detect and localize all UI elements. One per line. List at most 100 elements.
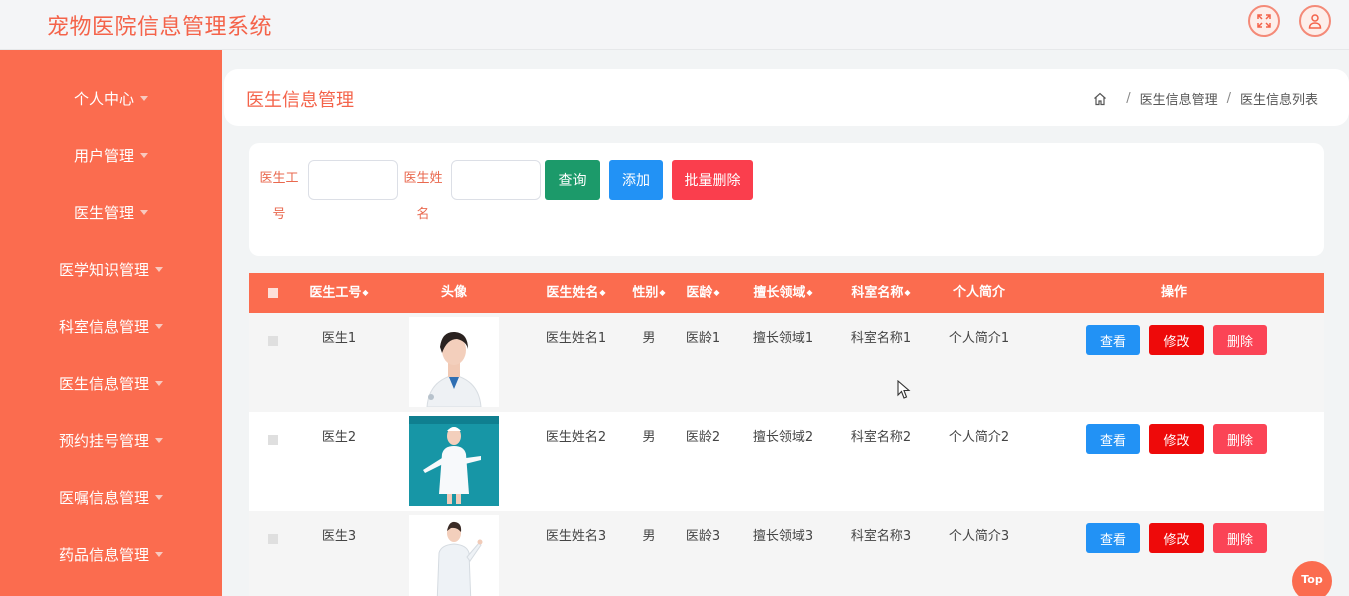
cell-age: 医龄3: [685, 529, 721, 544]
table-row: 医生3 医生姓名3 男 医龄3 擅长领域3 科室名称3 个人简介3 查看 修改 …: [249, 511, 1324, 596]
sidebar-item-drug-info[interactable]: 药品信息管理: [0, 534, 222, 574]
query-button[interactable]: 查询: [545, 160, 600, 200]
chevron-down-icon: [140, 95, 148, 101]
column-header-department[interactable]: 科室名称◆: [845, 273, 917, 313]
view-button[interactable]: 查看: [1086, 523, 1140, 553]
chevron-down-icon: [155, 494, 163, 500]
add-button[interactable]: 添加: [609, 160, 663, 200]
row-checkbox[interactable]: [268, 435, 278, 445]
chevron-down-icon: [155, 380, 163, 386]
sidebar-item-medical-knowledge[interactable]: 医学知识管理: [0, 249, 222, 289]
column-header-expertise[interactable]: 擅长领域◆: [747, 273, 819, 313]
cell-department: 科室名称1: [850, 331, 912, 346]
chevron-down-icon: [155, 437, 163, 443]
mouse-cursor-icon: [897, 380, 911, 399]
cell-expertise: 擅长领域2: [752, 430, 814, 445]
delete-button[interactable]: 删除: [1213, 424, 1267, 454]
breadcrumb-item[interactable]: 医生信息管理: [1140, 89, 1218, 108]
table-header: 医生工号◆ 头像 医生姓名◆ 性别◆ 医龄◆ 擅长领域◆ 科室名称◆ 个人简介 …: [249, 273, 1324, 313]
sidebar-item-medical-advice[interactable]: 医嘱信息管理: [0, 477, 222, 517]
sidebar-item-label: 用户管理: [73, 146, 134, 165]
chevron-down-icon: [155, 551, 163, 557]
cell-intro: 个人简介1: [948, 331, 1010, 346]
chevron-down-icon: [140, 152, 148, 158]
edit-button[interactable]: 修改: [1149, 424, 1204, 454]
sort-icon[interactable]: ◆: [904, 288, 910, 297]
sidebar-item-doctor-management[interactable]: 医生管理: [0, 192, 222, 232]
column-header-avatar: 头像: [440, 285, 467, 300]
cell-gender: 男: [642, 430, 656, 445]
cell-gender: 男: [642, 331, 656, 346]
search-panel: 医生工号 医生姓名 查询 添加 批量删除: [249, 143, 1324, 256]
cell-intro: 个人简介2: [948, 430, 1010, 445]
sidebar-item-label: 医生管理: [73, 203, 134, 222]
cell-doctor-name: 医生姓名2: [545, 430, 607, 445]
cell-expertise: 擅长领域1: [752, 331, 814, 346]
sidebar-item-label: 医嘱信息管理: [58, 488, 149, 507]
sidebar-item-user-management[interactable]: 用户管理: [0, 135, 222, 175]
sidebar-item-personal-center[interactable]: 个人中心: [0, 78, 222, 118]
sidebar-item-appointment[interactable]: 预约挂号管理: [0, 420, 222, 460]
view-button[interactable]: 查看: [1086, 325, 1140, 355]
cell-doctor-name: 医生姓名1: [545, 331, 607, 346]
cell-doctor-no: 医生1: [321, 331, 357, 346]
doctor-avatar: [409, 515, 499, 596]
page-header: 医生信息管理 / 医生信息管理 / 医生信息列表: [224, 69, 1349, 126]
sort-icon[interactable]: ◆: [599, 288, 605, 297]
delete-button[interactable]: 删除: [1213, 325, 1267, 355]
doctor-table: 医生工号◆ 头像 医生姓名◆ 性别◆ 医龄◆ 擅长领域◆ 科室名称◆ 个人简介 …: [249, 273, 1324, 596]
user-icon[interactable]: [1299, 5, 1331, 37]
sidebar: 个人中心 用户管理 医生管理 医学知识管理 科室信息管理 医生信息管理 预约挂号…: [0, 50, 222, 596]
chevron-down-icon: [140, 209, 148, 215]
page-title: 医生信息管理: [246, 90, 354, 111]
sidebar-item-label: 个人中心: [73, 89, 134, 108]
doctor-no-label: 医生工号: [259, 171, 299, 222]
doctor-no-input[interactable]: [308, 160, 398, 200]
chevron-down-icon: [155, 323, 163, 329]
row-checkbox[interactable]: [268, 336, 278, 346]
sidebar-item-department-info[interactable]: 科室信息管理: [0, 306, 222, 346]
doctor-name-label: 医生姓名: [403, 171, 443, 222]
column-header-intro: 个人简介: [952, 285, 1005, 300]
row-checkbox[interactable]: [268, 534, 278, 544]
sidebar-item-label: 科室信息管理: [58, 317, 149, 336]
column-header-gender[interactable]: 性别◆: [627, 273, 671, 313]
doctor-avatar: [409, 317, 499, 407]
sort-icon[interactable]: ◆: [713, 288, 719, 297]
breadcrumb-separator: /: [1226, 91, 1231, 106]
fullscreen-icon[interactable]: [1248, 5, 1280, 37]
column-header-actions: 操作: [1160, 285, 1187, 300]
edit-button[interactable]: 修改: [1149, 325, 1204, 355]
column-header-age[interactable]: 医龄◆: [681, 273, 725, 313]
cell-expertise: 擅长领域3: [752, 529, 814, 544]
breadcrumb: / 医生信息管理 / 医生信息列表: [1093, 89, 1318, 108]
doctor-name-input[interactable]: [451, 160, 541, 200]
chevron-down-icon: [155, 266, 163, 272]
cell-doctor-no: 医生2: [321, 430, 357, 445]
column-header-doctor-name[interactable]: 医生姓名◆: [541, 273, 611, 313]
home-icon[interactable]: [1093, 92, 1107, 106]
cell-department: 科室名称2: [850, 430, 912, 445]
table-row: 医生1 医生姓名1 男 医龄1 擅长领域1 科室名称1 个人简介1 查看 修改 …: [249, 313, 1324, 412]
batch-delete-button[interactable]: 批量删除: [672, 160, 753, 200]
sidebar-item-label: 医学知识管理: [58, 260, 149, 279]
select-all-checkbox[interactable]: [268, 288, 278, 298]
sort-icon[interactable]: ◆: [659, 288, 665, 297]
sort-icon[interactable]: ◆: [362, 288, 368, 297]
sidebar-item-label: 医生信息管理: [58, 374, 149, 393]
view-button[interactable]: 查看: [1086, 424, 1140, 454]
doctor-avatar: [409, 416, 499, 506]
delete-button[interactable]: 删除: [1213, 523, 1267, 553]
table-row: 医生2 医生姓名2 男 医龄2 擅长领域2 科室名称2 个人简介2 查看 修改 …: [249, 412, 1324, 511]
edit-button[interactable]: 修改: [1149, 523, 1204, 553]
breadcrumb-separator: /: [1126, 91, 1131, 106]
sidebar-item-label: 药品信息管理: [58, 545, 149, 564]
breadcrumb-item: 医生信息列表: [1239, 93, 1318, 108]
app-title: 宠物医院信息管理系统: [47, 15, 273, 40]
column-header-doctor-no[interactable]: 医生工号◆: [304, 273, 374, 313]
sidebar-item-doctor-info[interactable]: 医生信息管理: [0, 363, 222, 403]
sidebar-item-label: 预约挂号管理: [58, 431, 149, 450]
back-to-top-button[interactable]: Top: [1292, 561, 1332, 596]
sort-icon[interactable]: ◆: [806, 288, 812, 297]
cell-department: 科室名称3: [850, 529, 912, 544]
